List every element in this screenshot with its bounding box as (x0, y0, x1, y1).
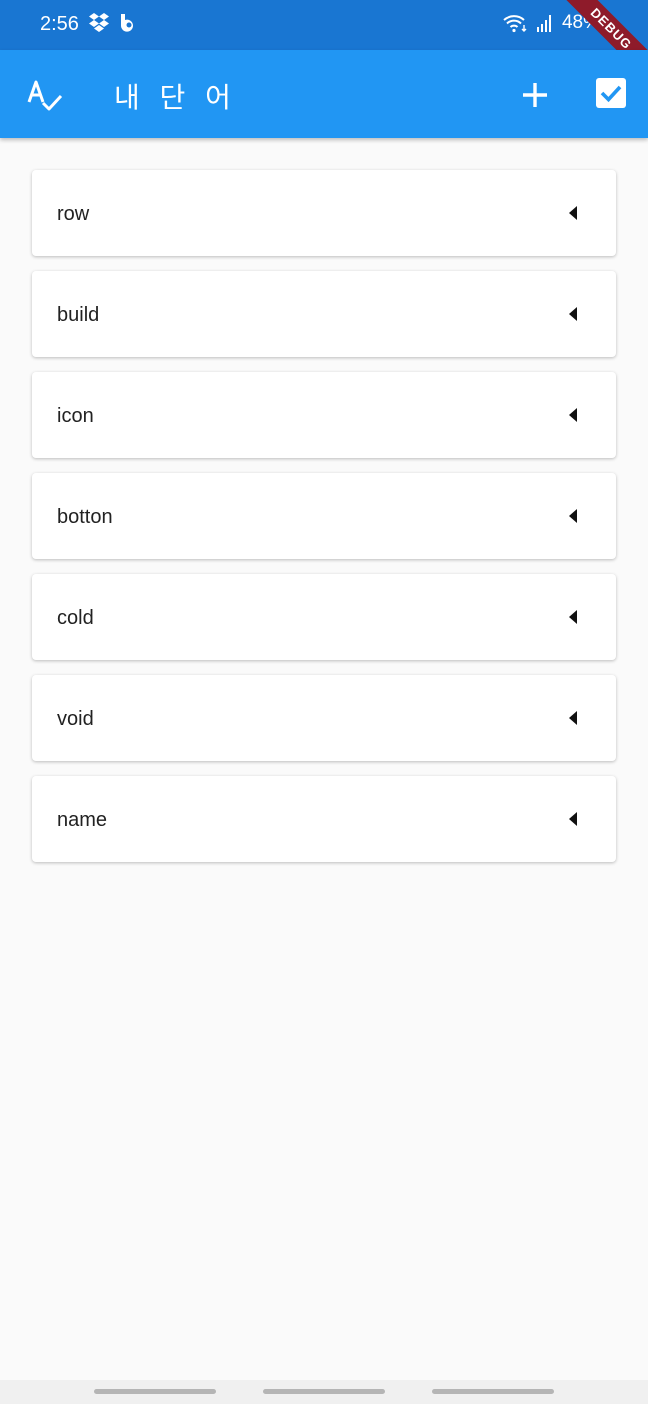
word-list: row build icon botton cold void name (32, 170, 616, 877)
dropbox-icon (89, 13, 109, 32)
navigation-bar (0, 1380, 648, 1404)
status-time: 2:56 (40, 13, 79, 35)
word-label: void (57, 708, 94, 730)
word-label: row (57, 203, 90, 225)
word-label: name (57, 809, 108, 831)
status-notification-icons (88, 12, 138, 32)
wifi-icon (503, 15, 527, 33)
spellcheck-icon[interactable] (26, 76, 66, 116)
nav-recents-button[interactable] (94, 1389, 216, 1394)
page-title: 내 단 어 (114, 82, 237, 113)
list-item[interactable]: name (32, 776, 616, 862)
list-item[interactable]: botton (32, 473, 616, 559)
list-item[interactable]: cold (32, 574, 616, 660)
arrow-left-icon[interactable] (568, 206, 578, 220)
signal-icon (536, 15, 551, 32)
list-item[interactable]: icon (32, 372, 616, 458)
word-label: icon (57, 405, 94, 427)
app-notification-icon (120, 14, 133, 32)
arrow-left-icon[interactable] (568, 812, 578, 826)
list-item[interactable]: build (32, 271, 616, 357)
arrow-left-icon[interactable] (568, 307, 578, 321)
arrow-left-icon[interactable] (568, 610, 578, 624)
list-item[interactable]: row (32, 170, 616, 256)
word-label: botton (57, 506, 113, 528)
add-icon[interactable] (516, 76, 554, 114)
nav-back-button[interactable] (432, 1389, 554, 1394)
word-label: build (57, 304, 100, 326)
arrow-left-icon[interactable] (568, 711, 578, 725)
arrow-left-icon[interactable] (568, 408, 578, 422)
list-item[interactable]: void (32, 675, 616, 761)
check-box-icon[interactable] (594, 76, 628, 110)
arrow-left-icon[interactable] (568, 509, 578, 523)
nav-home-button[interactable] (263, 1389, 385, 1394)
word-label: cold (57, 607, 94, 629)
app-bar: 내 단 어 (0, 50, 648, 138)
status-bar: 2:56 48% DEBUG (0, 0, 648, 90)
